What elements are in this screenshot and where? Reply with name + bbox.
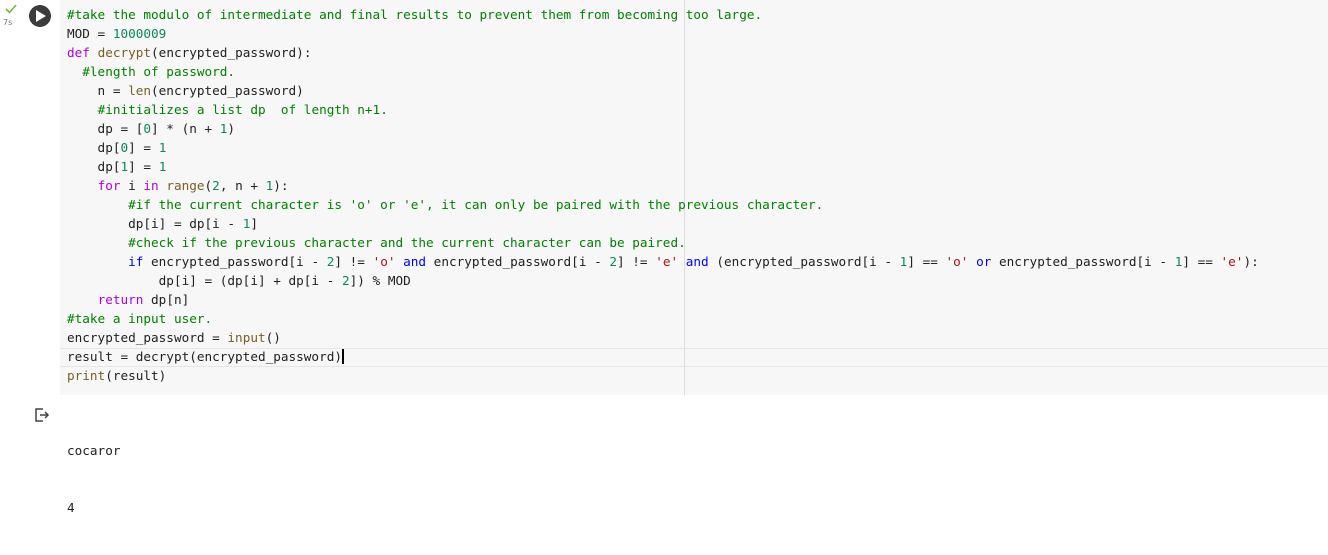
code-line[interactable]: for i in range(2, n + 1): [67,176,1259,195]
code-line[interactable]: print(result) [67,366,1259,385]
code-line[interactable]: dp[i] = dp[i - 1] [67,214,1259,233]
check-icon [5,4,17,14]
code-line[interactable]: #length of password. [67,62,1259,81]
code-line[interactable]: #initializes a list dp of length n+1. [67,100,1259,119]
code-line[interactable]: result = decrypt(encrypted_password) [67,347,1259,366]
output-text: cocaror 4 [67,403,120,555]
cell-status: 7s [0,0,26,40]
code-line[interactable]: dp[0] = 1 [67,138,1259,157]
text-cursor [342,349,344,364]
output-line: cocaror [67,443,121,458]
code-line[interactable]: n = len(encrypted_password) [67,81,1259,100]
output-line: 4 [67,500,75,515]
code-line[interactable]: #take the modulo of intermediate and fin… [67,5,1259,24]
code-line[interactable]: return dp[n] [67,290,1259,309]
code-line[interactable]: MOD = 1000009 [67,24,1259,43]
cell-output: cocaror 4 [0,395,1328,515]
code-line[interactable]: dp[1] = 1 [67,157,1259,176]
play-icon [36,10,46,22]
code-lines[interactable]: #take the modulo of intermediate and fin… [67,5,1259,385]
code-line[interactable]: dp[i] = (dp[i] + dp[i - 2]) % MOD [67,271,1259,290]
code-line[interactable]: dp = [0] * (n + 1) [67,119,1259,138]
execution-time: 7s [3,18,13,27]
code-line[interactable]: def decrypt(encrypted_password): [67,43,1259,62]
code-line[interactable]: if encrypted_password[i - 2] != 'o' and … [67,252,1259,271]
code-line[interactable]: #take a input user. [67,309,1259,328]
code-line[interactable]: encrypted_password = input() [67,328,1259,347]
run-cell-button[interactable] [29,5,51,27]
code-line[interactable]: #if the current character is 'o' or 'e',… [67,195,1259,214]
output-redirect-icon[interactable] [34,408,50,422]
code-editor[interactable]: #take the modulo of intermediate and fin… [60,0,1328,395]
code-line[interactable]: #check if the previous character and the… [67,233,1259,252]
